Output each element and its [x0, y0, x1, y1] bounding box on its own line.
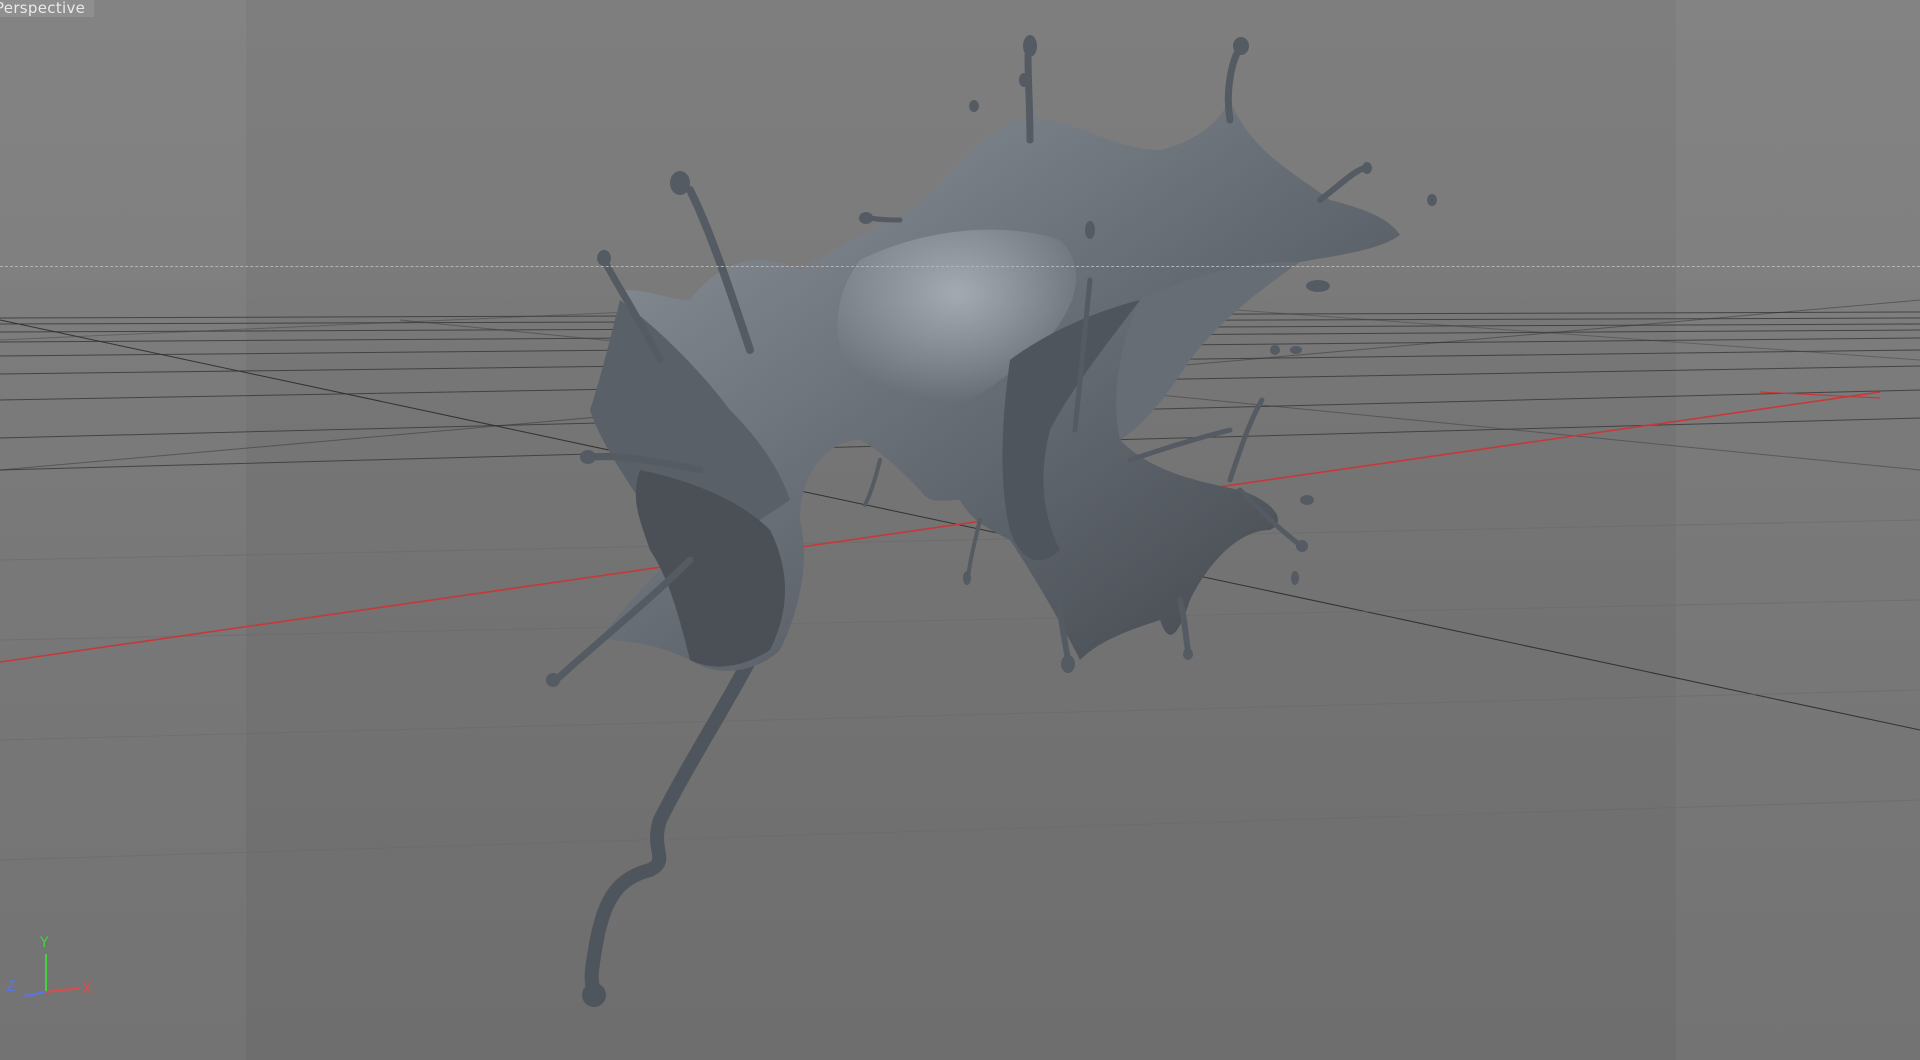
axis-gizmo: Y X Z	[0, 936, 110, 1008]
axis-y-label: Y	[40, 935, 49, 951]
axis-z-label: Z	[6, 979, 16, 995]
axis-gizmo-lines	[23, 954, 81, 997]
scene-canvas[interactable]	[0, 0, 1920, 1060]
fluid-splash-mesh[interactable]	[546, 35, 1437, 1007]
3d-viewport[interactable]: Perspective Y X Z	[0, 0, 1920, 1060]
fine-grid	[0, 519, 1920, 861]
viewport-label[interactable]: Perspective	[0, 0, 95, 17]
horizon-guide-line	[0, 266, 1920, 267]
axis-x-label: X	[82, 981, 92, 997]
